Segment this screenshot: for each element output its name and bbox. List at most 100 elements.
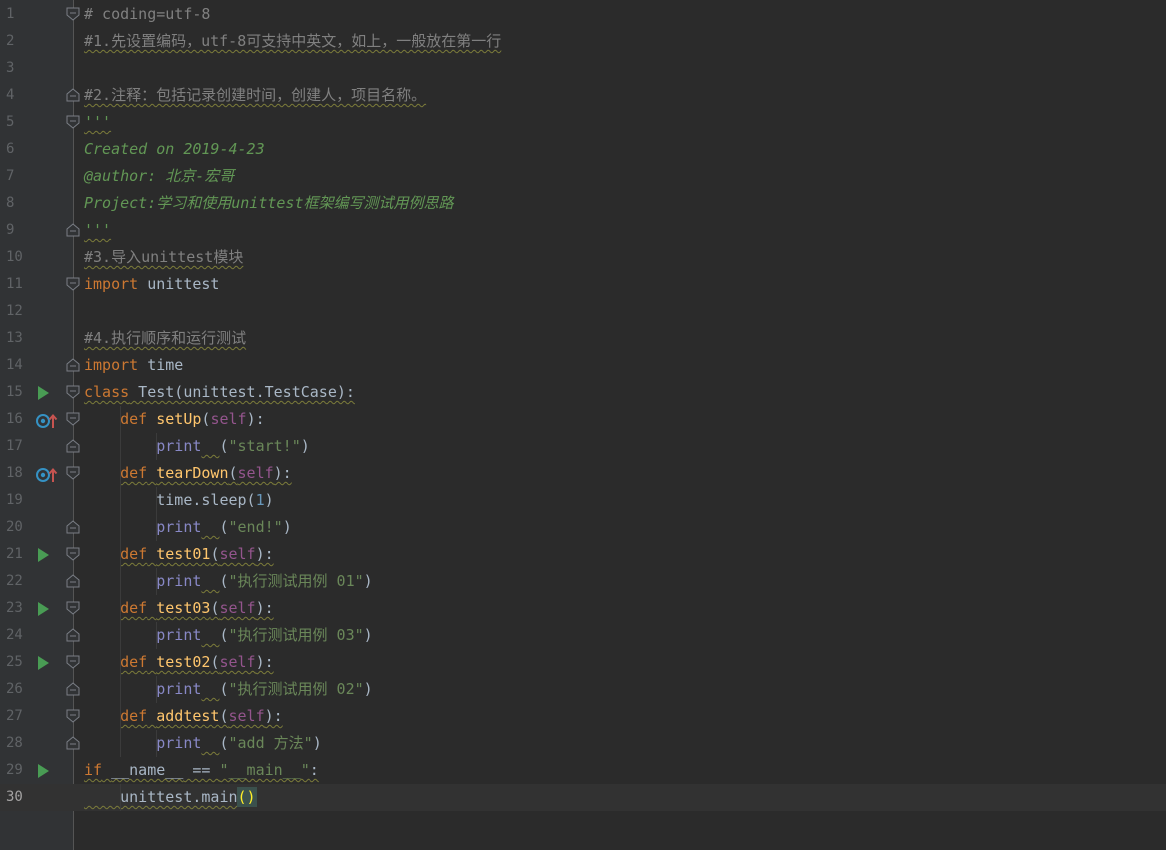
code-token: "end!" [228, 518, 283, 536]
code-text[interactable]: unittest.main() [84, 784, 257, 811]
code-line[interactable]: 16 def setUp(self): [0, 406, 1166, 433]
code-text[interactable]: print ("end!") [84, 514, 291, 541]
code-line[interactable]: 29 if __name__ == "__main__": [0, 757, 1166, 784]
override-method-icon[interactable] [36, 460, 60, 487]
code-text[interactable]: if __name__ == "__main__": [84, 757, 319, 784]
run-test-icon[interactable] [37, 541, 51, 568]
code-text[interactable]: #2.注释：包括记录创建时间，创建人，项目名称。 [84, 82, 426, 109]
indent-guide [120, 406, 121, 757]
code-text[interactable]: Project:学习和使用unittest框架编写测试用例思路 [84, 190, 454, 217]
code-text[interactable]: def test03(self): [84, 595, 274, 622]
line-number: 22 [6, 573, 23, 589]
code-line[interactable]: 18 def tearDown(self): [0, 460, 1166, 487]
code-text[interactable]: print ("执行测试用例 03") [84, 622, 372, 649]
code-text[interactable]: # coding=utf-8 [84, 1, 210, 28]
code-line[interactable]: 23 def test03(self): [0, 595, 1166, 622]
code-text[interactable]: def test01(self): [84, 541, 274, 568]
code-line[interactable]: 4 #2.注释：包括记录创建时间，创建人，项目名称。 [0, 82, 1166, 109]
code-token: print [156, 437, 202, 455]
code-line[interactable]: 13 #4.执行顺序和运行测试 [0, 325, 1166, 352]
code-line[interactable]: 8 Project:学习和使用unittest框架编写测试用例思路 [0, 190, 1166, 217]
code-text[interactable]: def test02(self): [84, 649, 274, 676]
code-text[interactable]: #1.先设置编码，utf-8可支持中英文，如上，一般放在第一行 [84, 28, 501, 55]
code-line[interactable]: 21 def test01(self): [0, 541, 1166, 568]
fold-open-icon[interactable] [66, 109, 80, 136]
code-line[interactable]: 24 print ("执行测试用例 03") [0, 622, 1166, 649]
code-line[interactable]: 22 print ("执行测试用例 01") [0, 568, 1166, 595]
fold-close-icon[interactable] [66, 676, 80, 703]
fold-close-icon[interactable] [66, 433, 80, 460]
code-line[interactable]: 17 print ("start!") [0, 433, 1166, 460]
code-line[interactable]: 10 #3.导入unittest模块 [0, 244, 1166, 271]
code-token: def [120, 707, 148, 725]
code-text[interactable]: ''' [84, 217, 111, 244]
code-line[interactable]: 6 Created on 2019-4-23 [0, 136, 1166, 163]
run-test-icon[interactable] [37, 757, 51, 784]
run-test-icon[interactable] [37, 649, 51, 676]
code-line[interactable]: 20 print ("end!") [0, 514, 1166, 541]
fold-open-icon[interactable] [66, 379, 80, 406]
code-text[interactable]: def tearDown(self): [84, 460, 292, 487]
code-text[interactable]: import unittest [84, 271, 219, 298]
code-line[interactable]: 5 ''' [0, 109, 1166, 136]
code-line[interactable]: 30 unittest.main() [0, 784, 1166, 811]
code-token: tearDown [156, 464, 229, 482]
code-token: ): [255, 653, 274, 671]
code-line[interactable]: 15 class Test(unittest.TestCase): [0, 379, 1166, 406]
code-token: 1 [255, 491, 265, 509]
code-text[interactable]: def setUp(self): [84, 406, 265, 433]
fold-close-icon[interactable] [66, 217, 80, 244]
fold-close-icon[interactable] [66, 730, 80, 757]
code-editor[interactable]: 1 # coding=utf-8 2 #1.先设置编码，utf-8可支持中英文，如上，… [0, 0, 1166, 850]
code-line[interactable]: 14 import time [0, 352, 1166, 379]
code-text[interactable]: print ("start!") [84, 433, 310, 460]
code-text[interactable]: @author: 北京-宏哥 [84, 163, 234, 190]
code-token: print [156, 518, 202, 536]
code-token: #2.注释：包括记录创建时间，创建人，项目名称。 [84, 86, 427, 104]
fold-open-icon[interactable] [66, 1, 80, 28]
fold-open-icon[interactable] [66, 649, 80, 676]
fold-open-icon[interactable] [66, 406, 80, 433]
fold-open-icon[interactable] [66, 703, 80, 730]
code-line[interactable]: 19 time.sleep(1) [0, 487, 1166, 514]
code-text[interactable]: print ("执行测试用例 01") [84, 568, 372, 595]
fold-close-icon[interactable] [66, 514, 80, 541]
code-token: self [219, 599, 256, 617]
code-text[interactable]: #3.导入unittest模块 [84, 244, 243, 271]
fold-close-icon[interactable] [66, 568, 80, 595]
code-line[interactable]: 2 #1.先设置编码，utf-8可支持中英文，如上，一般放在第一行 [0, 28, 1166, 55]
code-token: # coding=utf-8 [84, 5, 211, 23]
run-test-icon[interactable] [37, 595, 51, 622]
code-text[interactable]: def addtest(self): [84, 703, 283, 730]
fold-open-icon[interactable] [66, 541, 80, 568]
code-line[interactable]: 7 @author: 北京-宏哥 [0, 163, 1166, 190]
code-text[interactable]: time.sleep(1) [84, 487, 273, 514]
code-line[interactable]: 3 [0, 55, 1166, 82]
code-line[interactable]: 1 # coding=utf-8 [0, 1, 1166, 28]
code-token: unittest [138, 275, 220, 293]
code-text[interactable]: import time [84, 352, 183, 379]
code-text[interactable]: #4.执行顺序和运行测试 [84, 325, 246, 352]
code-line[interactable]: 25 def test02(self): [0, 649, 1166, 676]
code-text[interactable]: class Test(unittest.TestCase): [84, 379, 355, 406]
code-token: def [120, 599, 148, 617]
run-test-icon[interactable] [37, 379, 51, 406]
fold-close-icon[interactable] [66, 82, 80, 109]
fold-open-icon[interactable] [66, 271, 80, 298]
override-method-icon[interactable] [36, 406, 60, 433]
code-text[interactable]: print ("执行测试用例 02") [84, 676, 372, 703]
code-line[interactable]: 12 [0, 298, 1166, 325]
line-number: 6 [6, 141, 15, 157]
code-text[interactable]: Created on 2019-4-23 [84, 136, 265, 163]
code-line[interactable]: 27 def addtest(self): [0, 703, 1166, 730]
code-line[interactable]: 11 import unittest [0, 271, 1166, 298]
fold-close-icon[interactable] [66, 352, 80, 379]
code-line[interactable]: 9 ''' [0, 217, 1166, 244]
fold-open-icon[interactable] [66, 460, 80, 487]
code-line[interactable]: 26 print ("执行测试用例 02") [0, 676, 1166, 703]
fold-close-icon[interactable] [66, 622, 80, 649]
fold-open-icon[interactable] [66, 595, 80, 622]
code-text[interactable]: ''' [84, 109, 111, 136]
code-line[interactable]: 28 print ("add 方法") [0, 730, 1166, 757]
